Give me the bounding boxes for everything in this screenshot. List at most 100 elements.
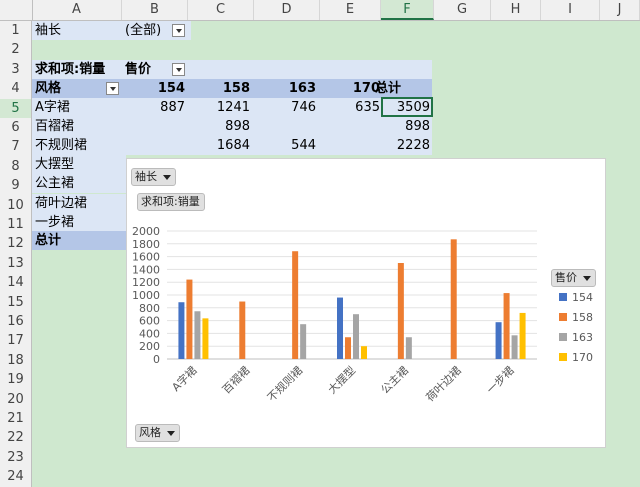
select-all-corner[interactable] [0,0,33,20]
legend-entry: 154 [572,291,593,304]
column-header-f[interactable]: F [381,0,434,20]
pivot-value-cell[interactable] [256,117,316,136]
pivot-value-cell[interactable]: 898 [190,117,250,136]
row-header-7[interactable]: 7 [0,137,32,157]
row-header-11[interactable]: 11 [0,215,32,235]
bar-163 [405,337,412,359]
row-header-16[interactable]: 16 [0,312,32,332]
pivot-row-total[interactable]: 2228 [370,136,430,155]
bar-158 [239,301,246,359]
row-header-21[interactable]: 21 [0,409,32,429]
column-header-i[interactable]: I [541,0,600,20]
row-header-1[interactable]: 1 [0,21,32,41]
y-tick-label: 1400 [132,263,160,276]
y-tick-label: 400 [139,327,160,340]
column-header-e[interactable]: E [320,0,381,20]
y-tick-label: 0 [153,353,160,366]
pivot-row-total[interactable]: 898 [370,117,430,136]
x-tick-label: 荷叶边裙 [424,364,464,404]
row-field-dropdown-icon[interactable] [106,82,119,95]
pivot-chart[interactable]: 袖长 求和项:销量 售价 风格 0 200 400 600 800 1000 1200 140… [126,158,606,448]
row-header-23[interactable]: 23 [0,447,32,468]
y-tick-label: 1000 [132,289,160,302]
bar-154 [495,322,502,359]
pivot-value-cell[interactable]: 544 [256,136,316,155]
row-header-17[interactable]: 17 [0,331,32,351]
pivot-row-field: 风格 [35,81,62,96]
legend-entry: 163 [572,331,593,344]
row-header-9[interactable]: 9 [0,176,32,196]
pivot-col-header: 170 [352,81,380,96]
legend-entry: 158 [572,311,593,324]
row-header-8[interactable]: 8 [0,156,32,177]
filter-dropdown-icon[interactable] [172,24,185,37]
column-header-d[interactable]: D [254,0,320,20]
y-tick-label: 1600 [132,251,160,264]
pivot-row-label: 大摆型 [35,157,75,173]
column-header-g[interactable]: G [434,0,491,20]
x-tick-label: 大摆型 [325,363,358,396]
y-tick-label: 1200 [132,276,160,289]
pivot-col-header: 158 [222,81,250,96]
pivot-value-field: 求和项:销量 [35,62,106,77]
x-tick-label: 公主裙 [378,364,411,397]
pivot-value-cell[interactable]: 887 [125,98,185,117]
pivot-row-label: 荷叶边裙 [35,195,88,211]
pivot-row-label: 不规则裙 [35,138,88,154]
row-header-5[interactable]: 5 [0,98,32,118]
row-header-14[interactable]: 14 [0,273,32,293]
row-header-24[interactable]: 24 [0,467,32,487]
bar-158 [345,337,351,359]
pivot-row-label: A字裙 [35,100,70,115]
legend-entry: 170 [572,351,593,364]
legend-swatch [559,353,567,361]
row-header-10[interactable]: 10 [0,195,32,215]
column-header-bar: ABCDEFGHIJ [0,0,640,21]
pivot-value-cell[interactable]: 746 [256,98,316,117]
col-field-dropdown-icon[interactable] [172,63,185,76]
pivot-filter-value: (全部) [125,23,162,38]
y-tick-label: 600 [139,315,160,328]
x-tick-label: A字裙 [169,363,200,394]
row-header-12[interactable]: 12 [0,234,32,254]
pivot-col-header: 163 [288,81,316,96]
chart-plot-svg: 0200400600800100012001400160018002000 A字裙… [132,225,593,404]
pivot-value-cell[interactable] [125,117,185,136]
row-header-13[interactable]: 13 [0,253,32,274]
pivot-row-label: 公主裙 [35,176,75,192]
row-header-3[interactable]: 3 [0,59,32,80]
pivot-col-field: 售价 [125,62,152,77]
row-header-6[interactable]: 6 [0,118,32,138]
column-header-h[interactable]: H [491,0,541,20]
column-header-j[interactable]: J [600,0,640,20]
row-header-2[interactable]: 2 [0,40,32,60]
legend-swatch [559,313,567,321]
y-tick-label: 800 [139,302,160,315]
column-header-c[interactable]: C [188,0,254,20]
row-header-20[interactable]: 20 [0,389,32,409]
legend-swatch [559,333,567,341]
row-header-19[interactable]: 19 [0,370,32,390]
row-header-15[interactable]: 15 [0,292,32,312]
row-header-18[interactable]: 18 [0,350,32,371]
active-cell-border [381,97,433,117]
column-header-a[interactable]: A [32,0,122,20]
pivot-total-col-header: 总计 [375,81,402,96]
y-tick-label: 200 [139,340,160,353]
x-tick-label: 不规则裙 [264,363,305,404]
pivot-row-label: 百褶裙 [35,119,75,135]
column-header-b[interactable]: B [122,0,188,20]
pivot-value-cell[interactable]: 1241 [190,98,250,117]
bar-158 [186,279,193,359]
pivot-value-cell[interactable]: 1684 [190,136,250,155]
bar-154 [178,302,185,359]
bar-158 [450,239,457,359]
row-header-22[interactable]: 22 [0,428,32,448]
pivot-value-cell[interactable] [125,136,185,155]
pivot-filter-value-cell[interactable]: (全部) [122,21,191,40]
bar-170 [361,346,367,359]
row-header-4[interactable]: 4 [0,79,32,99]
bar-163 [353,314,359,359]
bar-163 [300,324,307,359]
y-tick-label: 2000 [132,225,160,238]
